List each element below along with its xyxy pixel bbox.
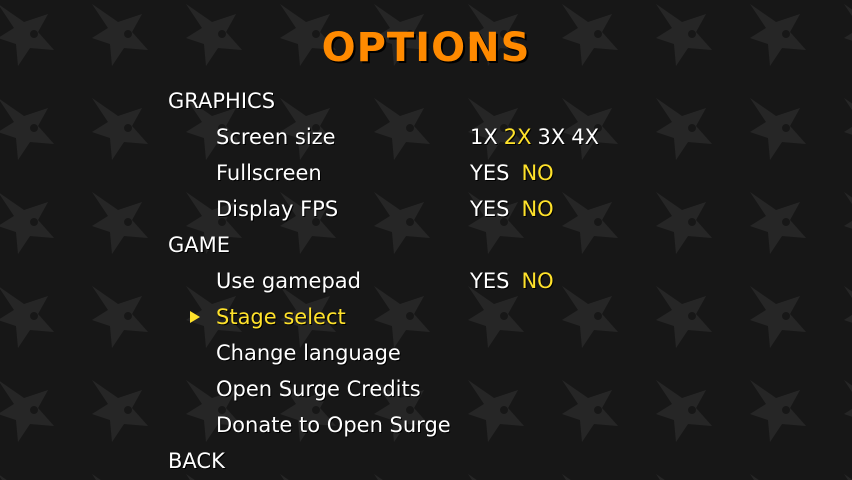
menu-item-fullscreen[interactable]: Fullscreen <box>216 159 322 187</box>
screen-size-options: 1X 2X 3X 4X <box>470 123 605 151</box>
fullscreen-yes-option[interactable]: YES <box>470 159 509 187</box>
menu-item-use-gamepad[interactable]: Use gamepad <box>216 267 361 295</box>
option-2x[interactable]: 2X <box>504 123 532 151</box>
fullscreen-options: YES NO <box>470 159 554 187</box>
display-fps-options: YES NO <box>470 195 554 223</box>
use-gamepad-no-option[interactable]: NO <box>521 267 553 295</box>
option-3x[interactable]: 3X <box>538 123 566 151</box>
option-4x[interactable]: 4X <box>571 123 599 151</box>
use-gamepad-yes-option[interactable]: YES <box>470 267 509 295</box>
menu-item-back[interactable]: BACK <box>168 447 225 475</box>
menu-item-donate[interactable]: Donate to Open Surge <box>216 411 451 439</box>
menu-item-stage-select[interactable]: Stage select <box>216 303 346 331</box>
option-1x[interactable]: 1X <box>470 123 498 151</box>
use-gamepad-options: YES NO <box>470 267 554 295</box>
triangle-right-icon <box>190 311 200 323</box>
display-fps-no-option[interactable]: NO <box>521 195 553 223</box>
options-menu: GRAPHICS Screen size 1X 2X 3X 4X Fullscreen… <box>0 0 852 480</box>
section-graphics: GRAPHICS <box>168 89 276 113</box>
display-fps-yes-option[interactable]: YES <box>470 195 509 223</box>
menu-item-display-fps[interactable]: Display FPS <box>216 195 338 223</box>
fullscreen-no-option[interactable]: NO <box>521 159 553 187</box>
menu-item-change-language[interactable]: Change language <box>216 339 401 367</box>
menu-item-credits[interactable]: Open Surge Credits <box>216 375 421 403</box>
menu-item-screen-size[interactable]: Screen size <box>216 123 336 151</box>
section-game: GAME <box>168 233 231 257</box>
